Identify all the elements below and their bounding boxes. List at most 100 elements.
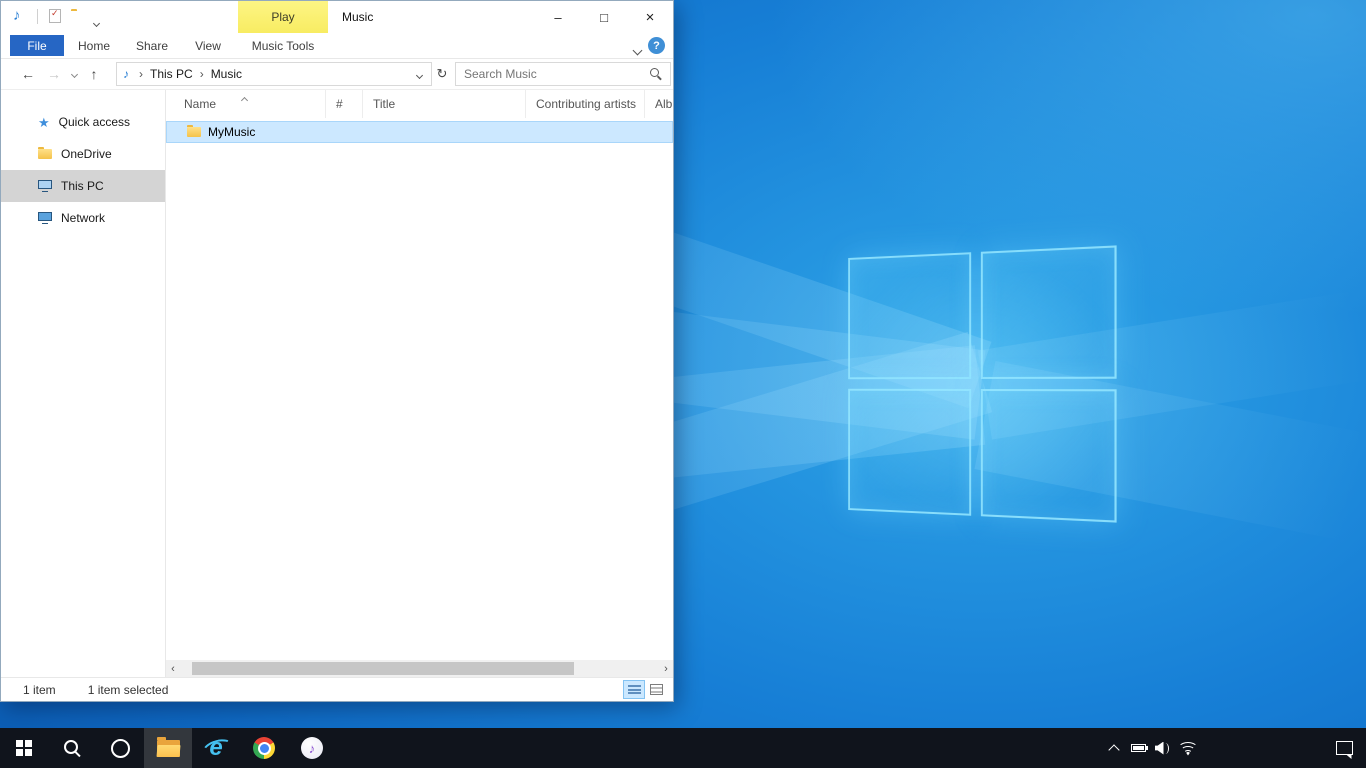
address-toolbar: ← → ↑ ♪ › This PC › Music ↻ — [1, 59, 673, 90]
sidebar-item-this-pc[interactable]: This PC — [1, 170, 165, 202]
sidebar-item-quick-access[interactable]: ★ Quick access — [1, 106, 165, 138]
taskbar-itunes-button[interactable]: ♪ — [288, 728, 336, 768]
scrollbar-track[interactable] — [180, 660, 659, 677]
tab-home[interactable]: Home — [73, 35, 115, 56]
column-header-contributing-artists[interactable]: Contributing artists — [526, 90, 645, 118]
contextual-group-music-tools[interactable]: Music Tools — [238, 35, 328, 56]
refresh-button[interactable]: ↻ — [432, 62, 452, 86]
taskbar-internet-explorer-button[interactable]: e — [192, 728, 240, 768]
breadcrumb-separator: › — [197, 67, 207, 81]
recent-locations-chevron-icon[interactable] — [67, 62, 81, 86]
column-label: Contributing artists — [536, 97, 636, 111]
taskbar-chrome-button[interactable] — [240, 728, 288, 768]
file-row-mymusic[interactable]: MyMusic — [166, 121, 673, 143]
up-button[interactable]: ↑ — [81, 62, 107, 86]
scroll-left-arrow[interactable]: ‹ — [166, 660, 180, 677]
forward-button[interactable]: → — [41, 62, 67, 86]
breadcrumb-music[interactable]: Music — [207, 67, 246, 81]
file-explorer-icon — [157, 740, 180, 757]
desktop-root: ♪ ✓ Play Music – □ × File Home Share Vie… — [0, 0, 1366, 768]
sidebar-item-label: Network — [61, 211, 105, 225]
customize-toolbar-chevron-icon[interactable] — [94, 13, 99, 31]
ribbon-tab-row: File Home Share View Music Tools ? — [1, 33, 673, 59]
windows-logo-pane — [848, 389, 971, 516]
column-label: Name — [184, 97, 216, 111]
column-header-name[interactable]: Name — [166, 90, 326, 118]
search-box — [455, 62, 671, 86]
action-center-icon — [1336, 741, 1353, 755]
file-explorer-window: ♪ ✓ Play Music – □ × File Home Share Vie… — [0, 0, 674, 702]
music-note-icon: ♪ — [123, 67, 129, 81]
hidden-icons-button[interactable] — [1102, 728, 1126, 768]
computer-icon — [38, 180, 52, 192]
details-view-button[interactable] — [623, 680, 645, 699]
maximize-button[interactable]: □ — [581, 1, 627, 33]
search-icon — [63, 739, 81, 757]
column-header-title[interactable]: Title — [363, 90, 526, 118]
toolbar-separator — [37, 9, 38, 24]
itunes-icon: ♪ — [301, 737, 323, 759]
internet-explorer-icon: e — [203, 735, 229, 761]
tab-file[interactable]: File — [10, 35, 64, 56]
tray-spacer — [1202, 728, 1322, 768]
battery-status[interactable] — [1126, 728, 1150, 768]
column-label: Alb — [655, 97, 672, 111]
help-button[interactable]: ? — [648, 37, 665, 54]
breadcrumb-this-pc[interactable]: This PC — [146, 67, 197, 81]
expand-ribbon-chevron-icon[interactable] — [634, 41, 641, 59]
file-name-label: MyMusic — [208, 125, 255, 139]
taskbar: e ♪ — [0, 728, 1366, 768]
address-dropdown-chevron-icon[interactable] — [417, 65, 422, 83]
check-icon: ✓ — [51, 9, 59, 18]
column-label: Title — [373, 97, 395, 111]
status-bar: 1 item 1 item selected — [1, 677, 673, 701]
sidebar-item-onedrive[interactable]: OneDrive — [1, 138, 165, 170]
action-center-button[interactable] — [1322, 728, 1366, 768]
volume-icon — [1155, 742, 1170, 755]
cortana-icon — [111, 739, 130, 758]
tab-view[interactable]: View — [189, 35, 227, 56]
search-icon[interactable] — [649, 67, 663, 81]
sidebar-item-label: OneDrive — [61, 147, 112, 161]
title-bar[interactable]: ♪ ✓ Play Music – □ × — [1, 1, 673, 33]
scrollbar-thumb[interactable] — [192, 662, 574, 675]
large-icons-view-button[interactable] — [645, 680, 667, 699]
taskbar-file-explorer-button[interactable] — [144, 728, 192, 768]
column-header-album[interactable]: Alb — [645, 90, 673, 118]
search-input[interactable] — [456, 67, 649, 81]
tab-play[interactable]: Play — [238, 1, 328, 33]
column-header-number[interactable]: # — [326, 90, 363, 118]
cortana-button[interactable] — [96, 728, 144, 768]
chevron-up-icon — [1108, 744, 1119, 755]
minimize-button[interactable]: – — [535, 1, 581, 33]
windows-logo — [848, 245, 1116, 522]
properties-icon[interactable]: ✓ — [49, 9, 61, 23]
horizontal-scrollbar[interactable]: ‹ › — [166, 660, 673, 677]
breadcrumb-separator: › — [136, 67, 146, 81]
large-icons-view-icon — [650, 684, 663, 695]
network-icon — [38, 212, 52, 224]
windows-logo-pane — [848, 252, 971, 379]
battery-icon — [1131, 744, 1146, 752]
sidebar-item-label: Quick access — [59, 115, 130, 129]
sort-ascending-icon — [242, 92, 247, 106]
music-note-icon: ♪ — [13, 8, 21, 23]
volume-status[interactable] — [1150, 728, 1174, 768]
chrome-icon — [253, 737, 275, 759]
scroll-right-arrow[interactable]: › — [659, 660, 673, 677]
system-tray — [1102, 728, 1366, 768]
file-rows[interactable]: MyMusic — [166, 118, 673, 660]
window-controls: – □ × — [535, 1, 673, 33]
address-bar[interactable]: ♪ › This PC › Music — [116, 62, 432, 86]
sidebar-item-label: This PC — [61, 179, 104, 193]
back-button[interactable]: ← — [15, 62, 41, 86]
folder-icon — [187, 127, 201, 137]
network-status[interactable] — [1174, 728, 1202, 768]
window-title: Music — [342, 10, 373, 24]
taskbar-search-button[interactable] — [48, 728, 96, 768]
close-button[interactable]: × — [627, 1, 673, 33]
start-button[interactable] — [0, 728, 48, 768]
tab-share[interactable]: Share — [131, 35, 173, 56]
sidebar-item-network[interactable]: Network — [1, 202, 165, 234]
windows-logo-icon — [16, 740, 32, 756]
